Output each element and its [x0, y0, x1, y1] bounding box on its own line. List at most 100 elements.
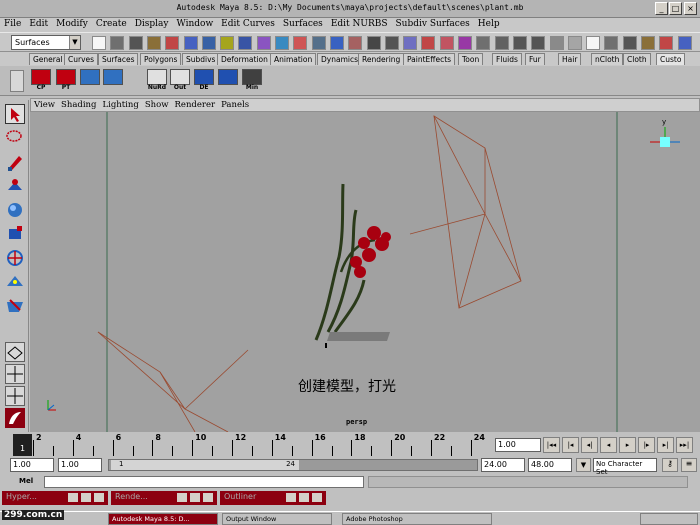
status-tool-icon[interactable]	[238, 36, 253, 50]
taskbar-button[interactable]: Adobe Photoshop	[342, 513, 492, 525]
taskbar-button[interactable]: Autodesk Maya 8.5: D...	[108, 513, 218, 525]
menu-item-1[interactable]: Edit	[25, 18, 52, 30]
close-button[interactable]: ×	[684, 2, 697, 15]
shelf-tab[interactable]: PaintEffects	[403, 53, 456, 65]
maximize-icon[interactable]	[81, 493, 91, 502]
maximize-button[interactable]: □	[669, 2, 682, 15]
panel-menu-item[interactable]: Panels	[218, 99, 252, 111]
shelf-tool-icon[interactable]	[103, 69, 123, 85]
go-to-start-icon[interactable]: |◂◂	[543, 437, 560, 453]
shelf-tab[interactable]: Hair	[558, 53, 582, 65]
shelf-tool-icon[interactable]	[242, 69, 262, 85]
status-tool-icon[interactable]	[384, 36, 399, 50]
status-tool-icon[interactable]	[110, 36, 125, 50]
shelf-tab[interactable]: Animation	[270, 53, 317, 65]
end-time-field[interactable]: 48.00	[528, 458, 572, 472]
panel-menu-item[interactable]: Shading	[58, 99, 99, 111]
status-tool-icon[interactable]	[421, 36, 436, 50]
status-tool-icon[interactable]	[604, 36, 619, 50]
status-tool-icon[interactable]	[201, 36, 216, 50]
shelf-tab[interactable]: Deformation	[217, 53, 272, 65]
close-icon[interactable]	[203, 493, 213, 502]
status-tool-icon[interactable]	[403, 36, 418, 50]
viewport-persp[interactable]: y 创建模型，打光 persp	[30, 112, 700, 432]
close-icon[interactable]	[94, 493, 104, 502]
status-tool-icon[interactable]	[128, 36, 143, 50]
shelf-tab[interactable]: Fluids	[492, 53, 522, 65]
character-set-dropdown-arrow[interactable]: ▼	[576, 458, 591, 472]
status-tool-icon[interactable]	[183, 36, 198, 50]
shelf-tab[interactable]: Cloth	[623, 53, 651, 65]
rotate-tool-icon[interactable]	[5, 200, 25, 220]
status-tool-icon[interactable]	[366, 36, 381, 50]
playback-end-field[interactable]: 24.00	[481, 458, 525, 472]
panel-menu-item[interactable]: Lighting	[99, 99, 141, 111]
status-tool-icon[interactable]	[677, 36, 692, 50]
range-bar[interactable]: 1 24	[108, 459, 478, 471]
start-time-field[interactable]: 1.00	[10, 458, 54, 472]
maximize-icon[interactable]	[299, 493, 309, 502]
status-tool-icon[interactable]	[293, 36, 308, 50]
status-tool-icon[interactable]	[549, 36, 564, 50]
play-backward-icon[interactable]: ◂	[600, 437, 617, 453]
menu-item-2[interactable]: Modify	[52, 18, 92, 30]
status-tool-icon[interactable]	[311, 36, 326, 50]
outliner-layout-icon[interactable]	[5, 386, 25, 406]
minimized-window[interactable]: Rende...	[111, 491, 217, 505]
command-input[interactable]	[44, 476, 364, 488]
shelf-tab[interactable]: Subdivs	[182, 53, 220, 65]
maximize-icon[interactable]	[190, 493, 200, 502]
status-tool-icon[interactable]	[567, 36, 582, 50]
panel-menu-item[interactable]: Renderer	[172, 99, 219, 111]
taskbar-button[interactable]: Output Window	[222, 513, 332, 525]
status-tool-icon[interactable]	[622, 36, 637, 50]
playback-start-field[interactable]: 1.00	[58, 458, 102, 472]
status-tool-icon[interactable]	[659, 36, 674, 50]
menu-item-4[interactable]: Display	[131, 18, 173, 30]
shelf-tab[interactable]: Polygons	[140, 53, 182, 65]
step-back-key-icon[interactable]: |◂	[562, 437, 579, 453]
shelf-menu-icon[interactable]	[10, 70, 24, 92]
status-tool-icon[interactable]	[348, 36, 363, 50]
status-tool-icon[interactable]	[458, 36, 472, 50]
shelf-tool-icon[interactable]	[80, 69, 100, 85]
status-tool-icon[interactable]	[146, 36, 161, 50]
character-set-field[interactable]: No Character Set	[593, 458, 657, 476]
move-tool-icon[interactable]	[5, 176, 25, 196]
status-tool-icon[interactable]	[220, 36, 235, 50]
shelf-tool-icon[interactable]	[170, 69, 190, 85]
menu-item-10[interactable]: Help	[474, 18, 504, 30]
minimize-button[interactable]: _	[655, 2, 668, 15]
step-forward-frame-icon[interactable]: |▸	[638, 437, 655, 453]
menu-item-6[interactable]: Edit Curves	[217, 18, 279, 30]
shelf-tab[interactable]: Rendering	[358, 53, 405, 65]
menu-item-3[interactable]: Create	[92, 18, 131, 30]
shelf-tab[interactable]: Fur	[525, 53, 545, 65]
time-slider[interactable]: 1 1.00 |◂◂ |◂ ◂| ◂ ▸ |▸ ▸| ▸▸| 2 4 6 8 10 12 14 16 18 20…	[0, 432, 700, 456]
panel-menu-item[interactable]: Show	[142, 99, 172, 111]
shelf-tool-icon[interactable]	[31, 69, 51, 85]
restore-icon[interactable]	[177, 493, 187, 502]
shelf-tab[interactable]: nCloth	[591, 53, 624, 65]
four-pane-layout-icon[interactable]	[5, 364, 25, 384]
select-tool-icon[interactable]	[5, 104, 25, 124]
shelf-tab[interactable]: Surfaces	[98, 53, 139, 65]
maya-logo-icon[interactable]	[5, 408, 25, 428]
status-tool-icon[interactable]	[531, 36, 546, 50]
restore-icon[interactable]	[286, 493, 296, 502]
single-pane-layout-icon[interactable]	[5, 342, 25, 362]
close-icon[interactable]	[312, 493, 322, 502]
lasso-tool-icon[interactable]	[5, 128, 25, 148]
status-tool-icon[interactable]	[512, 36, 527, 50]
status-tool-icon[interactable]	[494, 36, 509, 50]
shelf-tool-icon[interactable]	[56, 69, 76, 85]
status-tool-icon[interactable]	[476, 36, 491, 50]
go-to-end-icon[interactable]: ▸▸|	[676, 437, 693, 453]
play-forward-icon[interactable]: ▸	[619, 437, 636, 453]
minimized-window[interactable]: Hyper...	[2, 491, 108, 505]
menu-item-0[interactable]: File	[0, 18, 25, 30]
shelf-tool-icon[interactable]	[147, 69, 167, 85]
shelf-tool-icon[interactable]	[194, 69, 214, 85]
step-back-frame-icon[interactable]: ◂|	[581, 437, 598, 453]
shelf-tool-icon[interactable]	[218, 69, 238, 85]
